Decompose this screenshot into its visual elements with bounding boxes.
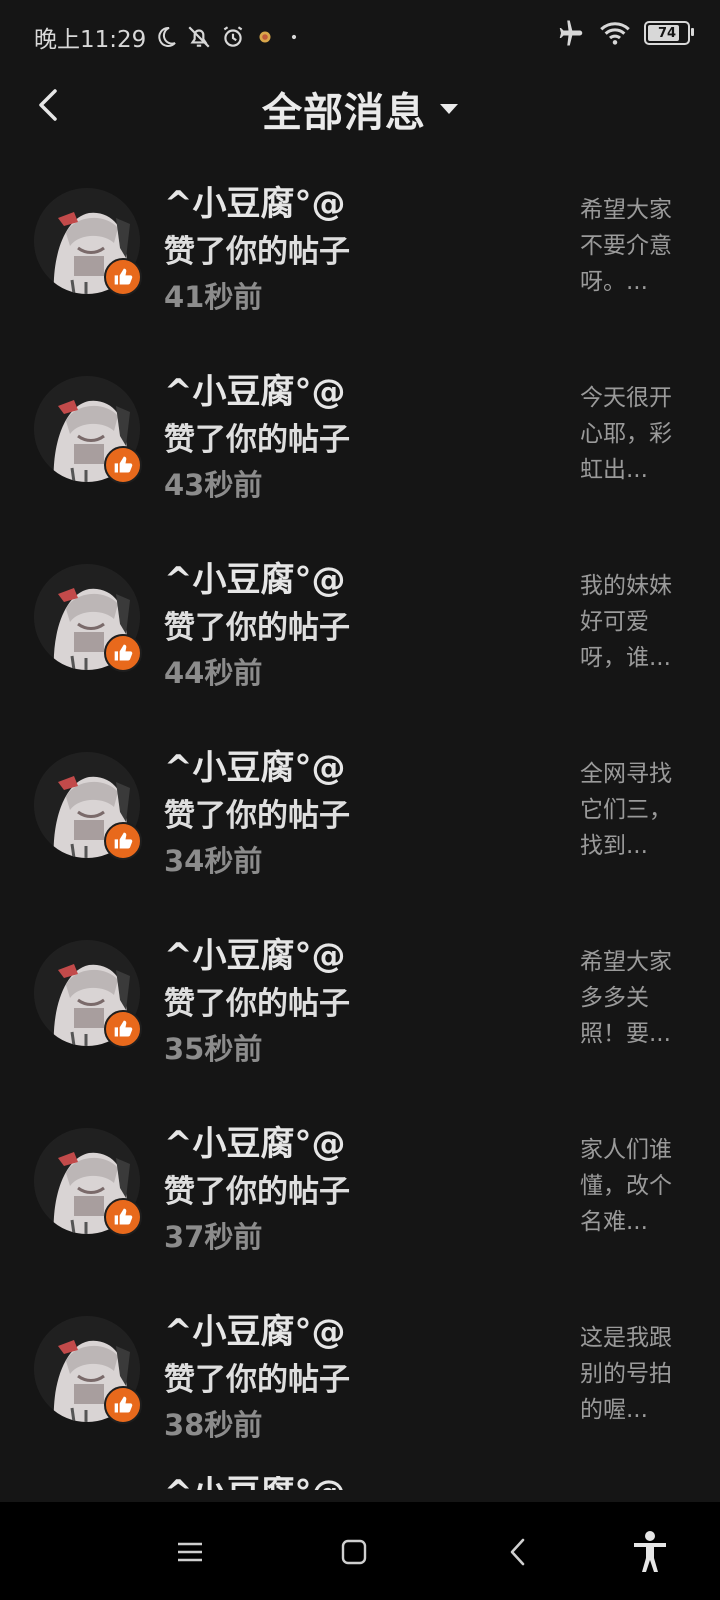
list-item[interactable]: ^小豆腐°@ 赞了你的帖子 38秒前 这是我跟 别的号拍 的喔...	[0, 1288, 720, 1476]
accessibility-button[interactable]	[626, 1528, 674, 1576]
nav-back-button[interactable]	[494, 1528, 542, 1576]
sender-name[interactable]: ^小豆腐°@	[164, 1116, 346, 1165]
action-text: 赞了你的帖子	[164, 1362, 350, 1398]
sender-name[interactable]: ^小豆腐°@	[164, 176, 346, 225]
timestamp: 44秒前	[164, 656, 263, 690]
post-preview[interactable]: 全网寻找 它们三， 找到...	[580, 756, 700, 864]
home-square-icon	[341, 1539, 367, 1565]
post-preview[interactable]: 希望大家 多多关 照！要...	[580, 944, 700, 1052]
moon-icon	[158, 26, 177, 47]
menu-icon	[178, 1542, 202, 1562]
post-preview[interactable]: 我的妹妹 好可爱 呀，谁...	[580, 568, 700, 676]
thumbs-up-icon	[104, 446, 142, 484]
timestamp: 41秒前	[164, 280, 263, 314]
triangle-down-icon	[440, 104, 458, 114]
sender-name[interactable]: ^小豆腐°@	[164, 1304, 346, 1353]
sender-name[interactable]: ^小豆腐°@	[164, 928, 346, 977]
thumbs-up-icon	[104, 258, 142, 296]
status-time: 晚上11:29	[34, 27, 147, 53]
timestamp: 35秒前	[164, 1032, 263, 1066]
action-text: 赞了你的帖子	[164, 798, 350, 834]
sender-name[interactable]: ^小豆腐°@	[164, 740, 346, 789]
action-text: 赞了你的帖子	[164, 986, 350, 1022]
bell-off-icon	[188, 26, 210, 48]
list-item[interactable]: ^小豆腐°@ 赞了你的帖子 43秒前 今天很开 心耶，彩 虹出...	[0, 348, 720, 536]
timestamp: 34秒前	[164, 844, 263, 878]
page-title: 全部消息	[262, 90, 426, 136]
wifi-icon	[600, 22, 630, 45]
timestamp: 38秒前	[164, 1408, 263, 1442]
navigation-bar	[0, 1502, 720, 1600]
airplane-icon	[559, 20, 583, 46]
list-item[interactable]: ^小豆腐°@ 赞了你的帖子 35秒前 希望大家 多多关 照！要...	[0, 912, 720, 1100]
header: 全部消息	[0, 70, 720, 160]
sender-name[interactable]: ^小豆腐°@	[164, 552, 346, 601]
back-icon	[510, 1538, 525, 1566]
list-item[interactable]: ^小豆腐°@ 赞了你的帖子 37秒前 家人们谁 懂，改个 名难...	[0, 1100, 720, 1288]
status-bar: 晚上11:29 74	[0, 0, 720, 70]
post-preview[interactable]: 家人们谁 懂，改个 名难...	[580, 1132, 700, 1240]
sender-name[interactable]: ^小豆腐°@	[164, 364, 346, 413]
accessibility-icon	[634, 1531, 666, 1572]
menu-button[interactable]	[166, 1528, 214, 1576]
thumbs-up-icon	[104, 1010, 142, 1048]
timestamp: 37秒前	[164, 1220, 263, 1254]
battery-level: 74	[657, 25, 677, 41]
small-dot-icon	[292, 34, 297, 40]
list-item-partial-name: ^小豆腐°@	[164, 1476, 346, 1490]
post-preview[interactable]: 这是我跟 别的号拍 的喔...	[580, 1320, 700, 1428]
list-item[interactable]: ^小豆腐°@ 赞了你的帖子 34秒前 全网寻找 它们三， 找到...	[0, 724, 720, 912]
timestamp: 43秒前	[164, 468, 263, 502]
thumbs-up-icon	[104, 1198, 142, 1236]
action-text: 赞了你的帖子	[164, 1174, 350, 1210]
action-text: 赞了你的帖子	[164, 610, 350, 646]
list-item[interactable]: ^小豆腐°@ 赞了你的帖子 41秒前 希望大家 不要介意 呀。...	[0, 160, 720, 348]
action-text: 赞了你的帖子	[164, 234, 350, 270]
home-button[interactable]	[330, 1528, 378, 1576]
thumbs-up-icon	[104, 1386, 142, 1424]
action-text: 赞了你的帖子	[164, 422, 350, 458]
app-dot-icon	[259, 31, 271, 43]
message-list: ^小豆腐°@ 赞了你的帖子 41秒前 希望大家 不要介意 呀。... ^小豆腐°…	[0, 160, 720, 1476]
thumbs-up-icon	[104, 822, 142, 860]
title-dropdown[interactable]: 全部消息	[0, 80, 720, 138]
battery-icon: 74	[644, 21, 694, 45]
alarm-icon	[224, 26, 243, 47]
post-preview[interactable]: 希望大家 不要介意 呀。...	[580, 192, 700, 300]
thumbs-up-icon	[104, 634, 142, 672]
post-preview[interactable]: 今天很开 心耶，彩 虹出...	[580, 380, 700, 488]
list-item[interactable]: ^小豆腐°@ 赞了你的帖子 44秒前 我的妹妹 好可爱 呀，谁...	[0, 536, 720, 724]
